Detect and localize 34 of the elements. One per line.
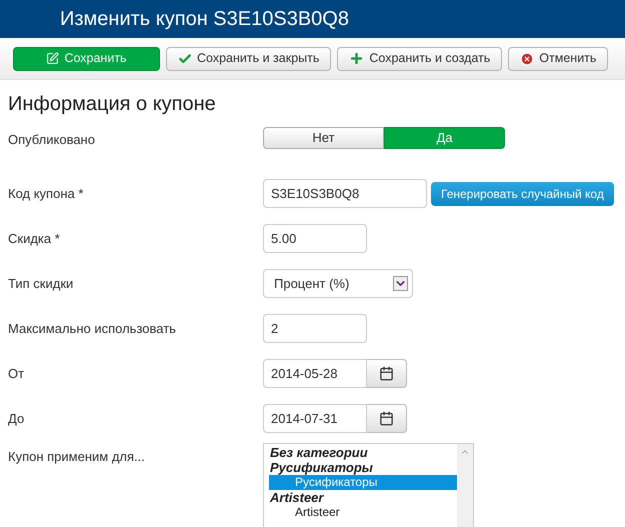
list-group-label: Artisteer <box>268 490 325 505</box>
text-field[interactable]: 2 <box>263 314 367 343</box>
text-field[interactable]: S3E10S3B0Q8 <box>263 179 427 208</box>
list-option[interactable]: Artisteer <box>269 505 457 520</box>
date-field[interactable]: 2014-05-28 <box>263 359 367 388</box>
toggle-option[interactable]: Нет <box>263 127 384 149</box>
toolbar-button[interactable]: Сохранить и закрыть <box>166 46 332 70</box>
text-field[interactable]: 5.00 <box>263 224 367 253</box>
calendar-icon <box>379 366 394 381</box>
page-title: Изменить купон S3E10S3B0Q8 <box>60 7 349 32</box>
plus-icon <box>349 51 364 66</box>
chevron-down-icon <box>393 276 408 291</box>
field-label: Тип скидки <box>8 274 74 293</box>
toolbar-button[interactable]: Сохранить и создать <box>337 46 502 70</box>
cancel-button[interactable]: Отменить <box>508 46 608 70</box>
calendar-button[interactable] <box>367 359 407 388</box>
field-label: От <box>8 364 26 383</box>
section-title: Информация о купоне <box>8 92 217 117</box>
field-label: Опубликовано <box>8 131 96 149</box>
edit-icon <box>46 52 60 65</box>
list-group-label: Без категории <box>269 445 369 460</box>
check-icon <box>178 52 192 66</box>
select-field[interactable]: Процент (%) <box>263 269 413 298</box>
field-label: Скидка * <box>8 230 61 248</box>
calendar-icon <box>379 411 394 426</box>
calendar-button[interactable] <box>367 404 407 433</box>
field-label: Код купона * <box>8 184 84 203</box>
field-label: Максимально использовать <box>8 320 177 338</box>
category-listbox[interactable]: Без категории Русификаторы Русификаторы Artisteer Artisteer <box>263 443 474 527</box>
list-group-label: Русификаторы <box>269 460 374 475</box>
field-label: Купон применим для... <box>8 448 146 466</box>
field-label: До <box>8 410 26 428</box>
close-icon <box>520 52 534 66</box>
date-field[interactable]: 2014-07-31 <box>263 404 367 433</box>
